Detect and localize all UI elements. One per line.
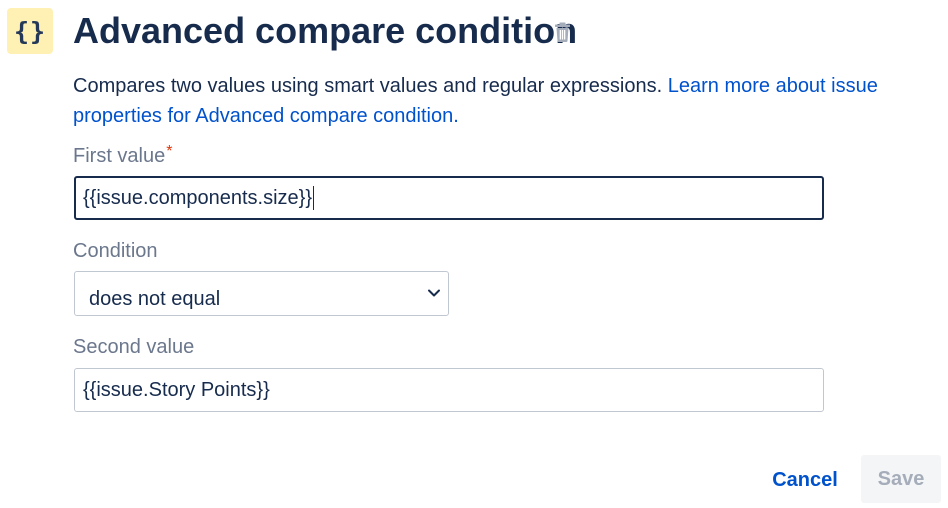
condition-select[interactable]: does not equal	[74, 271, 449, 316]
first-value-label-text: First value	[73, 145, 166, 167]
advanced-compare-condition-panel: {} Advanced compare condition Compares t…	[0, 0, 948, 508]
save-button[interactable]: Save	[861, 455, 941, 503]
trash-icon[interactable]	[554, 22, 571, 42]
second-value-text: {{issue.Story Points}}	[83, 378, 270, 401]
cancel-button[interactable]: Cancel	[763, 459, 847, 501]
curly-braces-icon: {}	[7, 8, 53, 54]
description: Compares two values using smart values a…	[73, 71, 923, 131]
second-value-input[interactable]: {{issue.Story Points}}	[74, 368, 824, 412]
required-marker: *	[166, 143, 173, 160]
chevron-down-icon	[428, 289, 440, 297]
first-value-label: First value*	[73, 143, 172, 169]
second-value-label: Second value	[73, 336, 195, 358]
condition-selected-value: does not equal	[89, 288, 221, 310]
description-text: Compares two values using smart values a…	[73, 75, 668, 97]
page-title: Advanced compare condition	[73, 10, 578, 51]
first-value-text: {{issue.components.size}}	[83, 186, 313, 209]
first-value-input[interactable]: {{issue.components.size}}	[74, 176, 824, 220]
condition-label: Condition	[73, 240, 158, 262]
text-cursor	[313, 186, 315, 210]
